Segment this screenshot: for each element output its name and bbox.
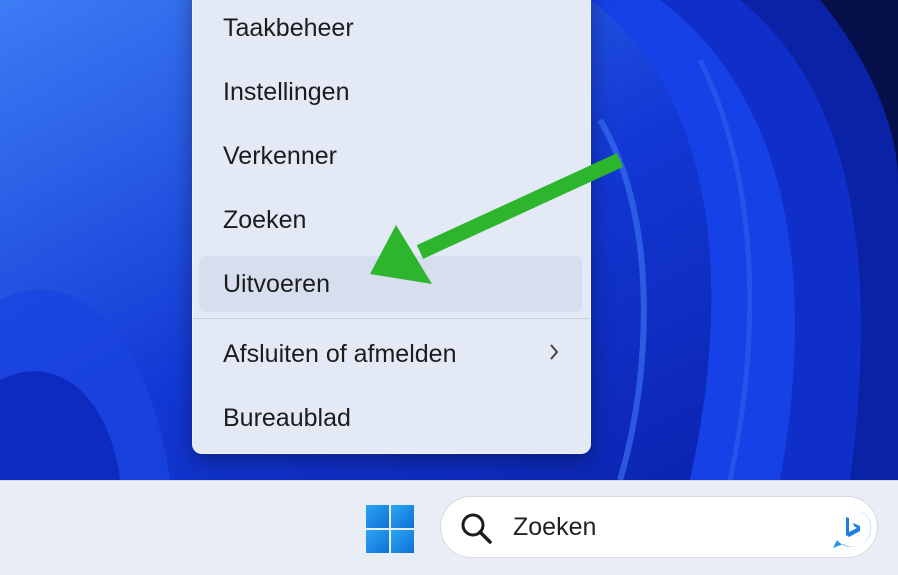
menu-item-label: Taakbeheer bbox=[223, 13, 354, 42]
green-arrow-annotation bbox=[370, 153, 624, 284]
menu-item-instellingen[interactable]: Instellingen bbox=[199, 64, 582, 120]
bing-chat-icon[interactable] bbox=[829, 505, 875, 551]
menu-item-label: Bureaublad bbox=[223, 403, 351, 432]
menu-item-taakbeheer[interactable]: Taakbeheer bbox=[199, 0, 582, 56]
search-icon bbox=[461, 513, 492, 544]
taskbar-search-box[interactable]: Zoeken bbox=[440, 496, 878, 558]
taskbar: Zoeken bbox=[0, 480, 898, 575]
menu-item-bureaublad[interactable]: Bureaublad bbox=[199, 390, 582, 446]
windows-logo-icon bbox=[366, 505, 414, 553]
start-button[interactable] bbox=[360, 499, 420, 559]
menu-item-label: Zoeken bbox=[223, 205, 307, 234]
search-placeholder: Zoeken bbox=[513, 513, 597, 541]
menu-item-label: Afsluiten of afmelden bbox=[223, 339, 457, 368]
menu-item-label: Uitvoeren bbox=[223, 269, 330, 298]
menu-item-label: Verkenner bbox=[223, 141, 337, 170]
menu-item-afsluiten-of-afmelden[interactable]: Afsluiten of afmelden bbox=[199, 326, 582, 382]
menu-item-label: Instellingen bbox=[223, 77, 350, 106]
menu-divider bbox=[193, 318, 590, 319]
chevron-right-icon bbox=[548, 341, 560, 367]
